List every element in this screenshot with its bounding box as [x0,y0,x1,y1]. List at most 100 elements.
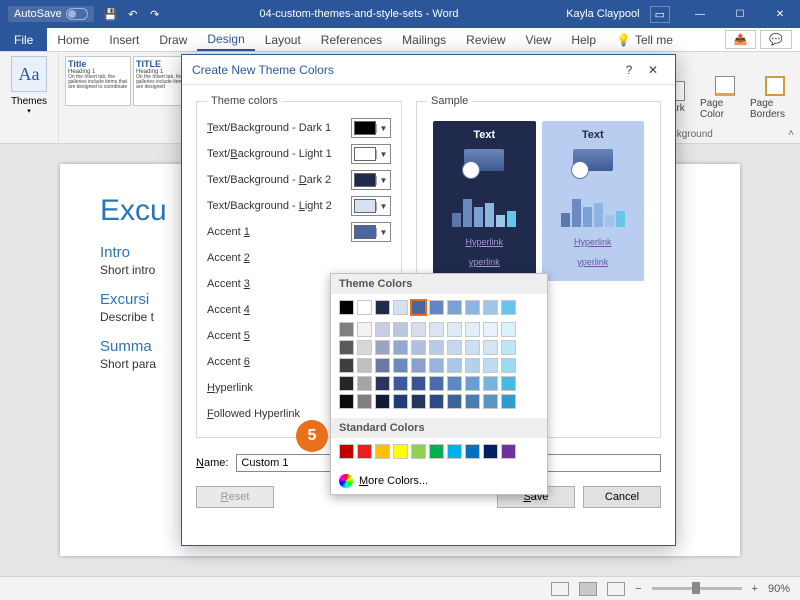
save-icon[interactable]: 💾 [104,7,118,21]
color-swatch[interactable] [357,322,372,337]
color-swatch[interactable] [429,358,444,373]
color-swatch[interactable] [501,322,516,337]
minimize-button[interactable]: — [680,0,720,28]
color-swatch[interactable] [411,300,426,315]
color-swatch[interactable] [501,358,516,373]
color-swatch[interactable] [393,444,408,459]
color-swatch[interactable] [375,394,390,409]
color-swatch[interactable] [483,358,498,373]
color-swatch[interactable] [447,394,462,409]
color-swatch[interactable] [411,394,426,409]
tab-file[interactable]: File [0,28,47,51]
color-swatch[interactable] [339,444,354,459]
ribbon-options-icon[interactable]: ▭ [650,6,670,23]
color-swatch[interactable] [501,300,516,315]
tell-me[interactable]: 💡Tell me [606,28,683,51]
color-swatch[interactable] [357,376,372,391]
color-swatch[interactable] [447,300,462,315]
color-swatch[interactable] [447,444,462,459]
redo-icon[interactable]: ↷ [148,7,162,21]
color-swatch[interactable] [357,394,372,409]
share-button[interactable]: 📤 [725,30,757,49]
color-swatch[interactable] [393,340,408,355]
color-swatch[interactable] [411,322,426,337]
color-swatch[interactable] [465,376,480,391]
view-web-icon[interactable] [607,582,625,596]
tab-design[interactable]: Design [197,28,254,51]
maximize-button[interactable]: ☐ [720,0,760,28]
color-swatch[interactable] [483,300,498,315]
user-name[interactable]: Kayla Claypool [566,8,639,20]
color-swatch[interactable] [411,358,426,373]
color-swatch[interactable] [339,358,354,373]
color-dropdown[interactable]: ▼ [351,196,391,216]
color-dropdown[interactable]: ▼ [351,170,391,190]
more-colors-button[interactable]: More Colors... [331,468,547,494]
color-swatch[interactable] [393,358,408,373]
color-swatch[interactable] [357,358,372,373]
color-swatch[interactable] [447,376,462,391]
color-swatch[interactable] [483,340,498,355]
dialog-help-button[interactable]: ? [617,63,641,77]
color-swatch[interactable] [465,340,480,355]
color-dropdown[interactable]: ▼ [351,118,391,138]
color-swatch[interactable] [483,394,498,409]
color-dropdown[interactable]: ▼ [351,144,391,164]
color-swatch[interactable] [393,300,408,315]
tab-layout[interactable]: Layout [255,28,311,51]
color-swatch[interactable] [339,394,354,409]
color-swatch[interactable] [465,394,480,409]
color-swatch[interactable] [411,376,426,391]
tab-review[interactable]: Review [456,28,515,51]
color-swatch[interactable] [339,300,354,315]
cancel-button[interactable]: Cancel [583,486,661,508]
tab-help[interactable]: Help [561,28,606,51]
color-swatch[interactable] [447,358,462,373]
tab-home[interactable]: Home [47,28,99,51]
color-swatch[interactable] [447,322,462,337]
dialog-close-button[interactable]: ✕ [641,63,665,77]
view-print-icon[interactable] [579,582,597,596]
color-swatch[interactable] [339,322,354,337]
color-swatch[interactable] [375,376,390,391]
color-swatch[interactable] [375,300,390,315]
color-swatch[interactable] [357,300,372,315]
color-swatch[interactable] [465,322,480,337]
view-read-icon[interactable] [551,582,569,596]
color-swatch[interactable] [501,376,516,391]
zoom-level[interactable]: 90% [768,583,790,595]
color-swatch[interactable] [501,444,516,459]
color-swatch[interactable] [411,444,426,459]
themes-button[interactable]: Aa Themes ▾ [6,56,52,115]
zoom-in-button[interactable]: + [752,583,758,595]
color-swatch[interactable] [339,340,354,355]
tab-insert[interactable]: Insert [99,28,149,51]
color-swatch[interactable] [393,322,408,337]
comments-button[interactable]: 💬 [760,30,792,49]
color-swatch[interactable] [483,322,498,337]
zoom-slider[interactable] [652,587,742,590]
collapse-ribbon-icon[interactable]: ˄ [788,128,794,139]
close-button[interactable]: ✕ [760,0,800,28]
color-swatch[interactable] [357,340,372,355]
tab-mailings[interactable]: Mailings [392,28,456,51]
color-swatch[interactable] [483,444,498,459]
tab-references[interactable]: References [311,28,392,51]
color-swatch[interactable] [393,394,408,409]
color-swatch[interactable] [393,376,408,391]
color-swatch[interactable] [429,322,444,337]
color-swatch[interactable] [465,300,480,315]
color-swatch[interactable] [429,444,444,459]
color-swatch[interactable] [411,340,426,355]
color-swatch[interactable] [483,376,498,391]
color-swatch[interactable] [429,340,444,355]
tab-view[interactable]: View [516,28,562,51]
tab-draw[interactable]: Draw [149,28,197,51]
color-swatch[interactable] [375,340,390,355]
style-set-gallery[interactable]: TitleHeading 1On the Insert tab, the gal… [65,56,199,106]
color-swatch[interactable] [339,376,354,391]
color-swatch[interactable] [501,394,516,409]
color-swatch[interactable] [429,394,444,409]
zoom-out-button[interactable]: − [635,583,641,595]
color-swatch[interactable] [375,358,390,373]
